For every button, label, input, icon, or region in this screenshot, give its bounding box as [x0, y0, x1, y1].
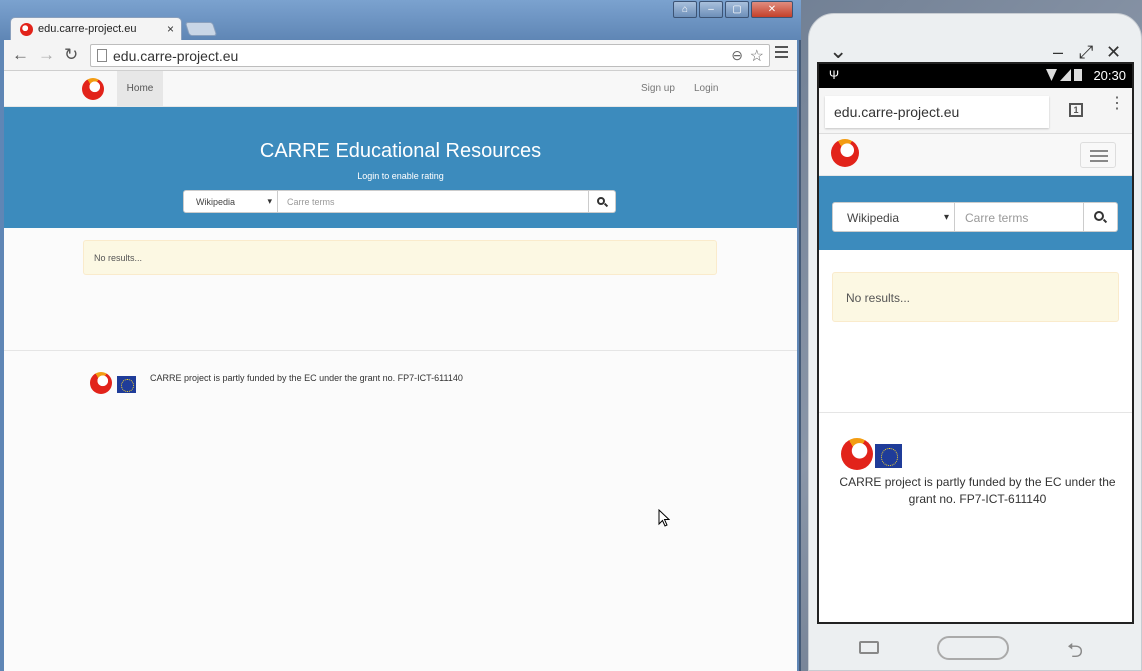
no-results-alert: No results...: [83, 240, 717, 275]
signal-icon: [1060, 69, 1071, 81]
forward-arrow-icon[interactable]: →: [38, 45, 55, 65]
zoom-icon[interactable]: ⊖: [731, 47, 743, 64]
android-status-bar: Ψ 20:30: [819, 64, 1132, 88]
emulator-expand-icon[interactable]: ⤢: [1079, 42, 1093, 63]
overflow-menu-icon[interactable]: ⋮: [1109, 96, 1125, 112]
eu-flag-icon: [117, 376, 136, 393]
android-hardware-buttons: ⮌: [809, 626, 1141, 671]
mobile-footer-divider: [819, 412, 1132, 413]
site-navbar: Home Sign up Login: [4, 71, 797, 107]
footer-carre-logo-icon: [90, 372, 112, 394]
mobile-url-bar: edu.carre-project.eu 1 ⋮: [819, 88, 1132, 134]
browser-menu-icon[interactable]: [775, 46, 788, 58]
home-key[interactable]: [937, 636, 1009, 660]
mobile-eu-flag-icon: [875, 444, 902, 468]
minimize-button[interactable]: ‒: [699, 1, 723, 18]
emulator-minimize-icon[interactable]: –: [1053, 42, 1063, 63]
jumbotron: CARRE Educational Resources Login to ena…: [4, 107, 797, 228]
phone-screen: Ψ 20:30 edu.carre-project.eu 1 ⋮ Wikiped…: [817, 62, 1134, 624]
mobile-search-icon: [1094, 211, 1104, 221]
nav-home-link[interactable]: Home: [117, 71, 163, 107]
emulator-close-icon[interactable]: ✕: [1106, 42, 1121, 63]
address-bar[interactable]: edu.carre-project.eu ⊖ ☆: [90, 44, 770, 67]
browser-tab[interactable]: edu.carre-project.eu ×: [10, 17, 182, 41]
mobile-search-form: Wikipedia ▾ Carre terms: [832, 202, 1118, 232]
search-button[interactable]: [589, 190, 616, 213]
back-key-icon[interactable]: ⮌: [1067, 636, 1083, 670]
status-clock: 20:30: [1093, 68, 1126, 83]
carre-logo-icon[interactable]: [82, 78, 104, 100]
browser-window: edu.carre-project.eu × ⌂ ‒ ▢ ✕ ← → ↻ edu…: [0, 0, 801, 671]
mobile-jumbotron: Wikipedia ▾ Carre terms: [819, 176, 1132, 250]
battery-icon: [1074, 69, 1082, 81]
mobile-site-navbar: [819, 134, 1132, 176]
source-select-value: Wikipedia: [196, 197, 236, 207]
hamburger-menu-icon[interactable]: [1080, 142, 1116, 168]
mobile-funding-notice: CARRE project is partly funded by the EC…: [839, 475, 1116, 506]
window-controls: ⌂ ‒ ▢ ✕: [673, 1, 793, 18]
mobile-address-field[interactable]: edu.carre-project.eu: [825, 96, 1049, 128]
mobile-search-button[interactable]: [1084, 202, 1118, 232]
close-window-button[interactable]: ✕: [751, 1, 793, 18]
wifi-icon: [1046, 69, 1057, 81]
caret-down-icon: ▾: [267, 196, 272, 206]
reload-icon[interactable]: ↻: [64, 45, 78, 65]
page-title: CARRE Educational Resources: [259, 140, 542, 162]
usb-icon: Ψ: [829, 68, 840, 82]
page-viewport: Home Sign up Login CARRE Educational Res…: [4, 71, 797, 671]
collapse-chevron-icon[interactable]: ⌄: [829, 38, 847, 64]
menu-key-icon[interactable]: [859, 641, 879, 654]
phone-emulator: ⌄ – ⤢ ✕ Ψ 20:30 edu.carre-project.eu 1 ⋮: [808, 13, 1142, 671]
system-icons: [1046, 69, 1082, 81]
funding-notice: CARRE project is partly funded by the EC…: [150, 373, 463, 383]
search-input[interactable]: Carre terms: [278, 190, 589, 213]
nav-signup-link[interactable]: Sign up: [641, 71, 675, 107]
tab-title: edu.carre-project.eu: [38, 23, 137, 35]
mobile-carre-logo-icon[interactable]: [831, 139, 859, 167]
back-arrow-icon[interactable]: ←: [12, 45, 29, 65]
search-form: Wikipedia ▾ Carre terms: [183, 190, 616, 213]
bookmark-star-icon[interactable]: ☆: [750, 46, 764, 66]
search-icon: [597, 197, 605, 205]
browser-toolbar: ← → ↻ edu.carre-project.eu ⊖ ☆: [4, 40, 797, 71]
mobile-source-select-value: Wikipedia: [847, 211, 900, 225]
mobile-caret-down-icon: ▾: [943, 212, 949, 223]
maximize-button[interactable]: ▢: [725, 1, 749, 18]
user-profile-icon[interactable]: ⌂: [673, 1, 697, 18]
tab-switcher-icon[interactable]: 1: [1069, 103, 1083, 117]
source-select[interactable]: Wikipedia ▾: [183, 190, 278, 213]
mobile-no-results-alert: No results...: [832, 272, 1119, 322]
new-tab-button[interactable]: [184, 22, 218, 36]
footer-divider: [4, 350, 797, 351]
page-icon: [97, 49, 107, 62]
carre-favicon-icon: [20, 23, 33, 36]
mobile-search-input[interactable]: Carre terms: [955, 202, 1084, 232]
address-text: edu.carre-project.eu: [113, 48, 239, 64]
login-hint: Login to enable rating: [357, 171, 444, 181]
mobile-footer-carre-logo-icon: [841, 438, 873, 470]
mobile-source-select[interactable]: Wikipedia ▾: [832, 202, 955, 232]
tab-close-icon[interactable]: ×: [167, 22, 174, 36]
nav-login-link[interactable]: Login: [694, 71, 718, 107]
